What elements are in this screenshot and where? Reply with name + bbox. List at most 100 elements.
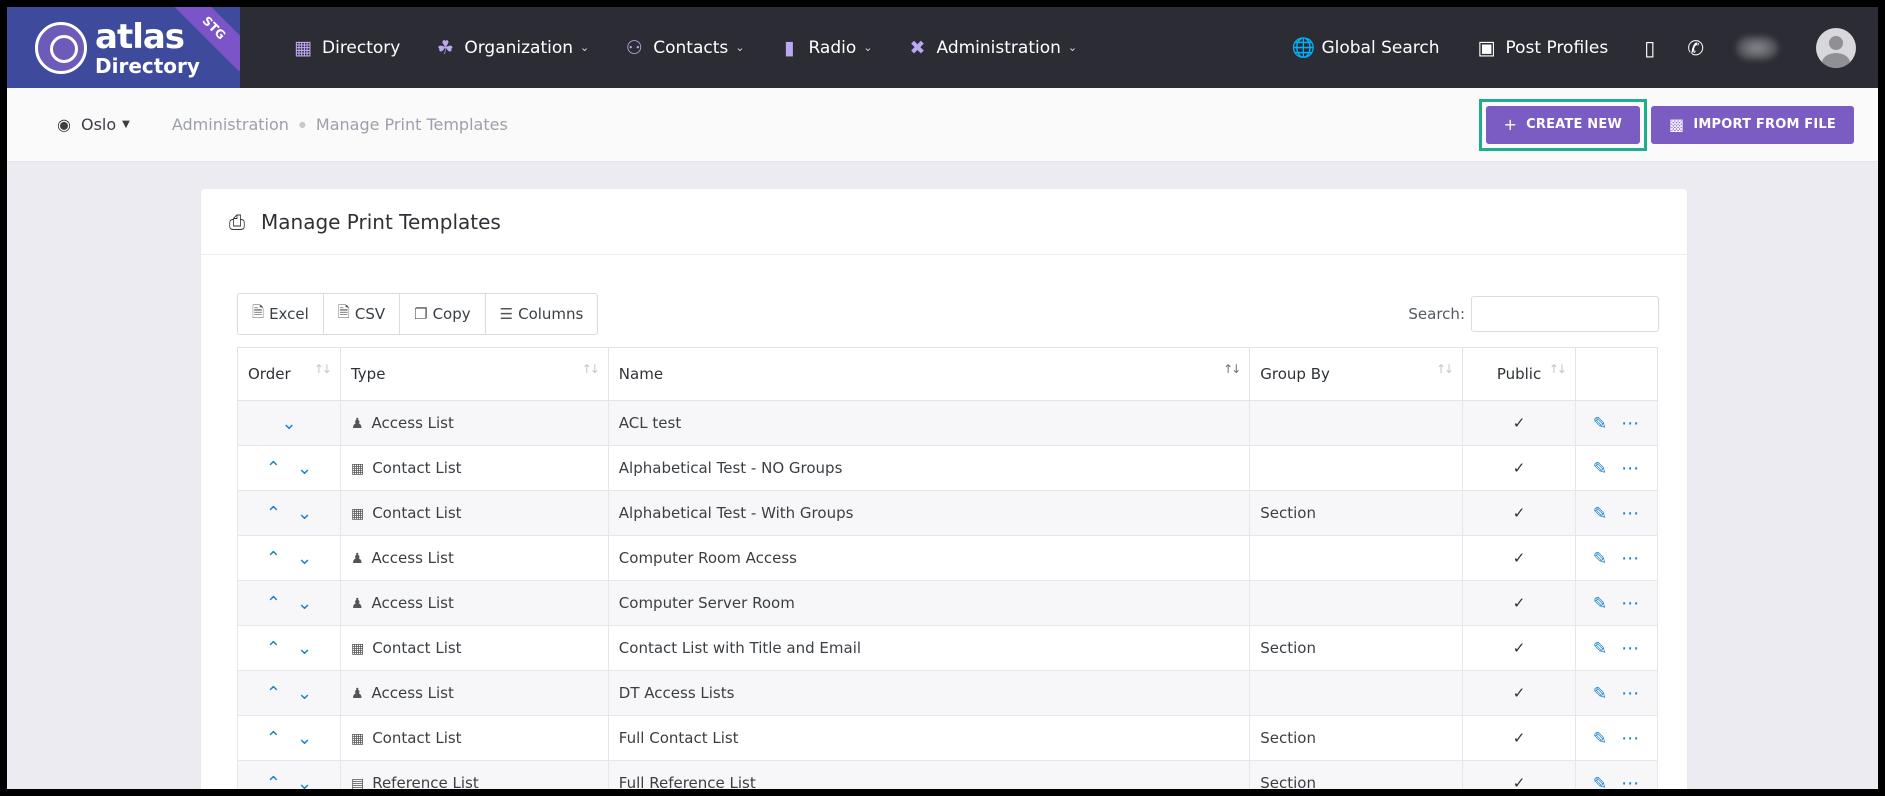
column-type[interactable]: Type ↑↓ — [339, 347, 609, 401]
edit-icon[interactable]: ✎ — [1593, 549, 1607, 569]
move-up-icon[interactable]: ⌃ — [266, 548, 281, 569]
edit-icon[interactable]: ✎ — [1593, 729, 1607, 749]
edit-icon[interactable]: ✎ — [1593, 504, 1607, 524]
type-label: Contact List — [372, 639, 462, 657]
order-cell: ⌃⌄ — [237, 760, 341, 790]
walkie-talkie-icon[interactable]: ▯ — [1644, 36, 1655, 60]
more-options-icon[interactable]: ⋯ — [1621, 773, 1640, 790]
card-header: ⎙ Manage Print Templates — [201, 189, 1687, 255]
more-options-icon[interactable]: ⋯ — [1621, 728, 1640, 749]
atlas-logo-icon — [35, 21, 87, 74]
excel-label: Excel — [269, 305, 309, 323]
search-input[interactable] — [1471, 296, 1659, 332]
nav-label: Administration — [936, 37, 1061, 58]
move-up-icon[interactable]: ⌃ — [266, 593, 281, 614]
edit-icon[interactable]: ✎ — [1593, 594, 1607, 614]
more-options-icon[interactable]: ⋯ — [1621, 638, 1640, 659]
public-check-icon: ✓ — [1462, 400, 1576, 446]
more-options-icon[interactable]: ⋯ — [1621, 548, 1640, 569]
nav-directory[interactable]: ▦ Directory — [292, 37, 400, 59]
move-up-icon[interactable]: ⌃ — [266, 728, 281, 749]
move-up-icon[interactable]: ⌃ — [266, 458, 281, 479]
nav-global-search[interactable]: 🌐 Global Search — [1291, 36, 1439, 59]
blurred-avatar[interactable] — [1736, 35, 1778, 60]
column-name[interactable]: Name ↑↓ — [607, 347, 1251, 401]
nav-post-profiles[interactable]: ▣ Post Profiles — [1476, 37, 1609, 59]
nav-administration[interactable]: ✖ Administration ⌄ — [906, 37, 1078, 59]
public-check-icon: ✓ — [1462, 760, 1576, 789]
edit-icon[interactable]: ✎ — [1593, 414, 1607, 434]
group-by-cell — [1249, 535, 1464, 581]
move-down-icon[interactable]: ⌄ — [297, 683, 312, 704]
more-options-icon[interactable]: ⋯ — [1621, 683, 1640, 704]
brand-text: atlas Directory — [95, 20, 200, 76]
create-new-label: CREATE NEW — [1526, 117, 1622, 132]
move-down-icon[interactable]: ⌄ — [297, 728, 312, 749]
search-label: Search: — [1408, 305, 1465, 323]
columns-button[interactable]: ☰ Columns — [484, 293, 599, 335]
globe-search-icon: 🌐 — [1291, 37, 1316, 59]
type-cell: ♟ Access List — [339, 670, 609, 716]
move-down-icon[interactable]: ⌄ — [297, 773, 312, 790]
more-options-icon[interactable]: ⋯ — [1621, 593, 1640, 614]
move-up-icon[interactable]: ⌃ — [266, 503, 281, 524]
column-public[interactable]: Public ↑↓ — [1462, 347, 1576, 401]
move-down-icon[interactable]: ⌄ — [297, 503, 312, 524]
phone-signal-icon[interactable]: ✆ — [1687, 36, 1704, 60]
nav-organization[interactable]: ☘ Organization ⌄ — [434, 37, 589, 59]
name-cell: DT Access Lists — [607, 670, 1251, 716]
column-group-by[interactable]: Group By ↑↓ — [1249, 347, 1464, 401]
table-body: ⌃⌄ ♟Access List ACL test ✓ ✎⋯ ⌃⌄ ▦Contac… — [237, 400, 1659, 790]
page-title: Manage Print Templates — [261, 209, 501, 234]
more-options-icon[interactable]: ⋯ — [1621, 503, 1640, 524]
more-options-icon[interactable]: ⋯ — [1621, 458, 1640, 479]
subheader: ◉ Oslo ▼ Administration ● Manage Print T… — [7, 88, 1878, 162]
nav-label: Contacts — [653, 37, 729, 58]
nav-radio[interactable]: ▮ Radio ⌄ — [778, 37, 872, 59]
column-order[interactable]: Order ↑↓ — [237, 347, 341, 401]
sort-icon: ↑↓ — [1548, 362, 1567, 376]
move-down-icon[interactable]: ⌄ — [297, 458, 312, 479]
table-row: ⌃ ⌄ ♟ Access List Computer Server Room ✓ ✎… — [237, 580, 1659, 626]
edit-icon[interactable]: ✎ — [1593, 774, 1607, 790]
import-from-file-button[interactable]: ▩ IMPORT FROM FILE — [1651, 105, 1854, 144]
more-options-icon[interactable]: ⋯ — [1621, 413, 1640, 434]
table-icon: ▦ — [350, 731, 365, 747]
brand-logo[interactable]: atlas Directory STG — [7, 7, 240, 88]
location-selector[interactable]: ◉ Oslo ▼ — [57, 115, 130, 134]
breadcrumb-administration[interactable]: Administration — [172, 115, 289, 134]
move-down-icon[interactable]: ⌄ — [297, 548, 312, 569]
public-check-icon: ✓ — [1462, 580, 1576, 626]
chevron-down-icon: ⌄ — [1067, 41, 1078, 54]
public-check-icon: ✓ — [1462, 670, 1576, 716]
name-cell: Full Contact List — [607, 715, 1251, 761]
group-by-cell — [1249, 445, 1464, 491]
users-icon: ♟ — [350, 416, 364, 432]
edit-icon[interactable]: ✎ — [1593, 639, 1607, 659]
group-by-cell: Section — [1249, 760, 1464, 789]
csv-button[interactable]: 🗎 CSV — [322, 293, 401, 335]
table-header-row: Order ↑↓ Type ↑↓ Name ↑↓ Group By ↑↓ Public ↑… — [237, 347, 1659, 401]
type-label: Access List — [371, 414, 454, 432]
radio-icon: ▮ — [784, 36, 795, 59]
create-new-button[interactable]: + CREATE NEW — [1485, 105, 1640, 144]
nav-contacts[interactable]: ⚇ Contacts ⌄ — [623, 37, 745, 59]
copy-label: Copy — [432, 305, 471, 323]
order-cell: ⌃⌄ — [237, 445, 341, 491]
group-by-cell — [1249, 670, 1464, 716]
move-up-icon[interactable]: ⌃ — [266, 683, 281, 704]
excel-file-icon: 🗎 — [252, 302, 265, 321]
move-up-icon[interactable]: ⌃ — [266, 638, 281, 659]
move-down-icon[interactable]: ⌄ — [297, 593, 312, 614]
group-by-cell: Section — [1249, 625, 1464, 671]
type-label: Access List — [371, 594, 454, 612]
move-down-icon[interactable]: ⌄ — [281, 413, 296, 434]
move-down-icon[interactable]: ⌄ — [297, 638, 312, 659]
copy-button[interactable]: ❐ Copy — [399, 293, 486, 335]
edit-icon[interactable]: ✎ — [1593, 459, 1607, 479]
profile-book-icon: ▣ — [1477, 36, 1496, 59]
move-up-icon[interactable]: ⌃ — [266, 773, 281, 790]
user-avatar[interactable] — [1816, 27, 1856, 68]
edit-icon[interactable]: ✎ — [1593, 684, 1607, 704]
excel-button[interactable]: 🗎 Excel — [237, 293, 324, 335]
